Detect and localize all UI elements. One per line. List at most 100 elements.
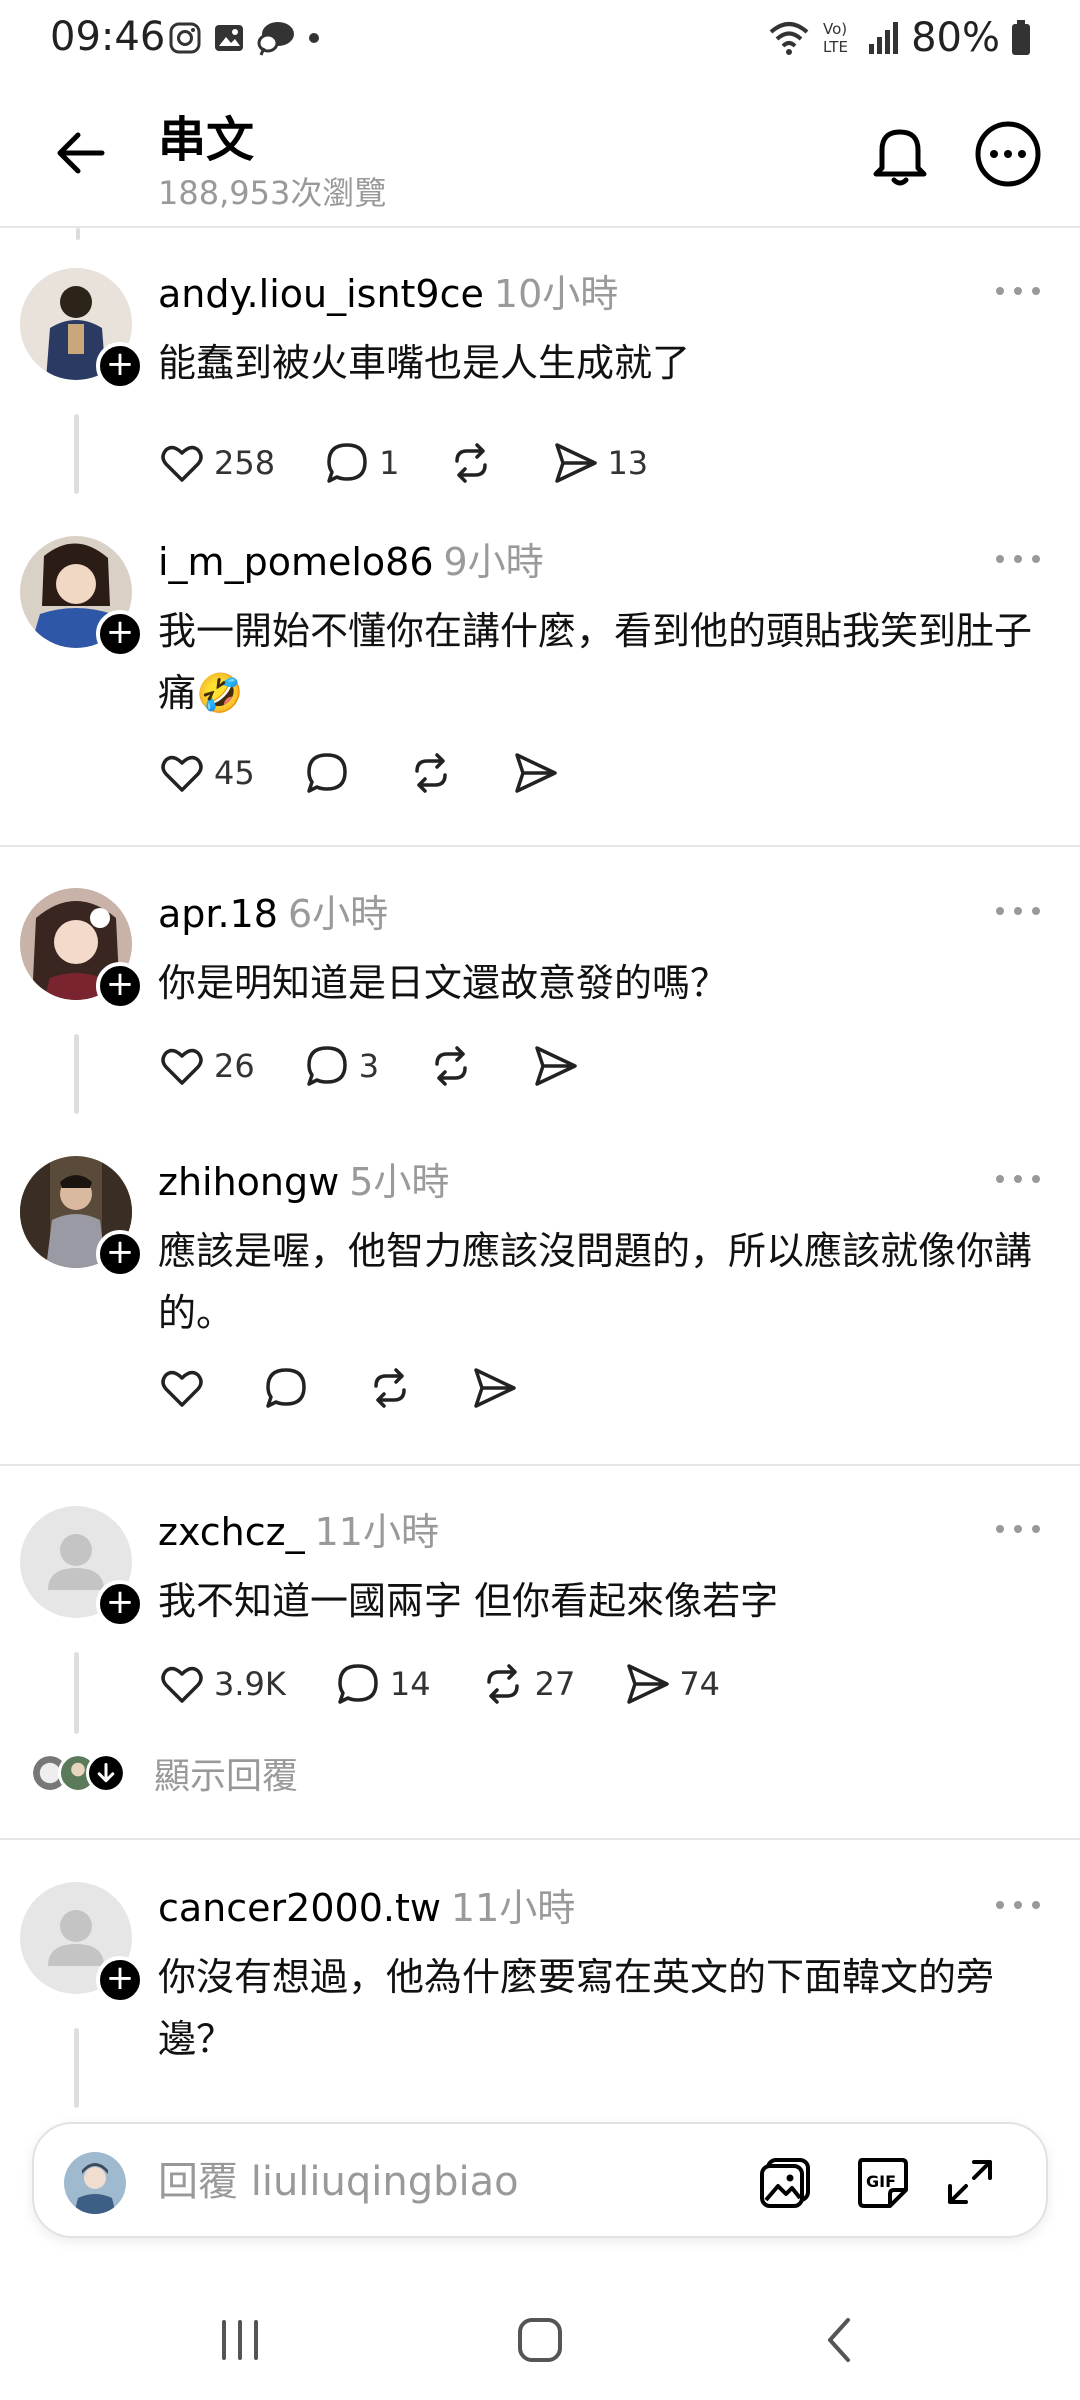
repost-button[interactable] — [407, 745, 463, 801]
heart-icon — [161, 1048, 203, 1085]
reply-count: 3 — [358, 1047, 380, 1085]
username[interactable]: zxchcz_ — [158, 1510, 305, 1554]
bell-icon[interactable] — [864, 118, 936, 190]
thread-line — [74, 2028, 79, 2108]
comment-time: 11小時 — [450, 1886, 576, 1930]
share-button[interactable] — [511, 745, 567, 801]
home-icon[interactable] — [510, 2310, 570, 2370]
reply-button[interactable] — [303, 745, 359, 801]
comment-time: 6小時 — [287, 892, 389, 936]
thread-header: 串文 188,953次瀏覽 — [0, 76, 1080, 228]
comment-bubble-icon — [306, 753, 347, 793]
nav-back-icon[interactable] — [810, 2310, 870, 2370]
comment-item: + i_m_pomelo86 9小時 我一開始不懂你在講什麼，看到他的頭貼我笑到肚… — [0, 496, 1080, 846]
heart-icon — [161, 755, 203, 792]
comment-text: 你是明知道是日文還故意發的嗎？ — [158, 961, 729, 1005]
share-count: 13 — [607, 444, 649, 482]
thread-line — [74, 1034, 79, 1114]
reply-button[interactable]: 14 — [334, 1656, 431, 1712]
follow-plus-icon[interactable]: + — [96, 1580, 144, 1628]
comment-header: cancer2000.tw 11小時 — [158, 1884, 575, 1932]
like-count: 26 — [214, 1047, 255, 1085]
divider — [0, 1838, 1080, 1840]
comment-actions: 3.9K 14 27 74 — [158, 1656, 768, 1712]
comment-time: 11小時 — [314, 1510, 439, 1554]
battery-icon — [1012, 20, 1030, 55]
comment-item: + zxchcz_ 11小時 我不知道一國兩字 但你看起來像若字 3.9K 14 … — [0, 1466, 1080, 1816]
share-count: 74 — [679, 1665, 721, 1703]
comment-bubble-icon — [327, 443, 367, 483]
page-title: 串文 — [158, 112, 255, 168]
status-bar: 09:46 Vo) LTE 80% — [0, 0, 1080, 76]
share-button[interactable] — [470, 1360, 526, 1416]
repost-button[interactable] — [427, 1038, 483, 1094]
heart-icon — [161, 1370, 203, 1407]
recent-apps-icon[interactable] — [210, 2310, 270, 2370]
share-button[interactable]: 13 — [551, 435, 648, 491]
comment-actions: 45 — [158, 745, 615, 801]
status-left-icons — [168, 18, 322, 58]
comment-header: apr.18 6小時 — [158, 890, 388, 938]
comment-text: 應該是喔，他智力應該沒問題的，所以應該就像你講的。 — [158, 1229, 1033, 1335]
follow-plus-icon[interactable]: + — [96, 962, 144, 1010]
comment-more-icon[interactable] — [990, 544, 1046, 574]
username[interactable]: andy.liou_isnt9ce — [158, 272, 484, 316]
back-arrow-icon[interactable] — [48, 120, 114, 186]
wifi-icon — [769, 22, 809, 55]
my-avatar — [64, 2152, 126, 2214]
like-button[interactable] — [158, 1360, 214, 1416]
like-count: 3.9K — [214, 1665, 286, 1703]
send-icon — [627, 1664, 670, 1704]
comment-more-icon[interactable] — [990, 1890, 1046, 1920]
like-button[interactable]: 3.9K — [158, 1656, 286, 1712]
comment-actions — [158, 1360, 574, 1416]
repost-icon — [486, 1664, 519, 1704]
comment-more-icon[interactable] — [990, 276, 1046, 306]
heart-icon — [161, 1666, 203, 1703]
reply-composer: GIF — [32, 2122, 1048, 2238]
follow-plus-icon[interactable]: + — [96, 1956, 144, 2004]
username[interactable]: apr.18 — [158, 892, 278, 936]
comment-more-icon[interactable] — [990, 896, 1046, 926]
comment-more-icon[interactable] — [990, 1514, 1046, 1544]
reply-input[interactable] — [158, 2154, 758, 2210]
divider — [0, 845, 1080, 847]
image-attach-icon[interactable] — [756, 2152, 816, 2212]
follow-plus-icon[interactable]: + — [96, 1230, 144, 1278]
comment-time: 5小時 — [349, 1160, 450, 1204]
comment-text: 我一開始不懂你在講什麼，看到他的頭貼我笑到肚子痛🤣 — [158, 609, 1033, 715]
show-replies-button[interactable]: 顯示回覆 — [30, 1748, 298, 1798]
gif-icon: GIF — [858, 2158, 908, 2208]
gif-button[interactable]: GIF — [852, 2152, 912, 2212]
reply-button[interactable] — [262, 1360, 318, 1416]
battery-percent: 80% — [911, 15, 1000, 61]
system-nav-bar — [0, 2280, 1080, 2400]
expand-down-icon — [86, 1753, 126, 1793]
follow-plus-icon[interactable]: + — [96, 342, 144, 390]
username[interactable]: zhihongw — [158, 1160, 339, 1204]
share-button[interactable] — [531, 1038, 587, 1094]
repost-button[interactable] — [447, 435, 503, 491]
more-options-icon[interactable] — [972, 118, 1044, 190]
username[interactable]: i_m_pomelo86 — [158, 540, 434, 584]
share-button[interactable]: 74 — [623, 1656, 720, 1712]
status-right-icons: Vo) LTE 80% — [767, 14, 1032, 62]
follow-plus-icon[interactable]: + — [96, 610, 144, 658]
reply-count: 14 — [389, 1665, 431, 1703]
repost-button[interactable] — [366, 1360, 422, 1416]
comment-bubble-icon — [266, 1368, 306, 1408]
expand-icon[interactable] — [940, 2152, 1000, 2212]
like-button[interactable]: 45 — [158, 745, 255, 801]
reply-button[interactable]: 1 — [323, 435, 399, 491]
gif-label: GIF — [866, 2172, 896, 2191]
repost-button[interactable]: 27 — [479, 1656, 575, 1712]
like-button[interactable]: 258 — [158, 435, 275, 491]
reply-button[interactable]: 3 — [303, 1038, 379, 1094]
gallery-icon — [215, 25, 243, 51]
show-replies-label: 顯示回覆 — [154, 1756, 299, 1797]
username[interactable]: cancer2000.tw — [158, 1886, 441, 1930]
like-button[interactable]: 26 — [158, 1038, 255, 1094]
comment-header: zxchcz_ 11小時 — [158, 1508, 439, 1556]
comment-more-icon[interactable] — [990, 1164, 1046, 1194]
status-time: 09:46 — [50, 14, 166, 60]
